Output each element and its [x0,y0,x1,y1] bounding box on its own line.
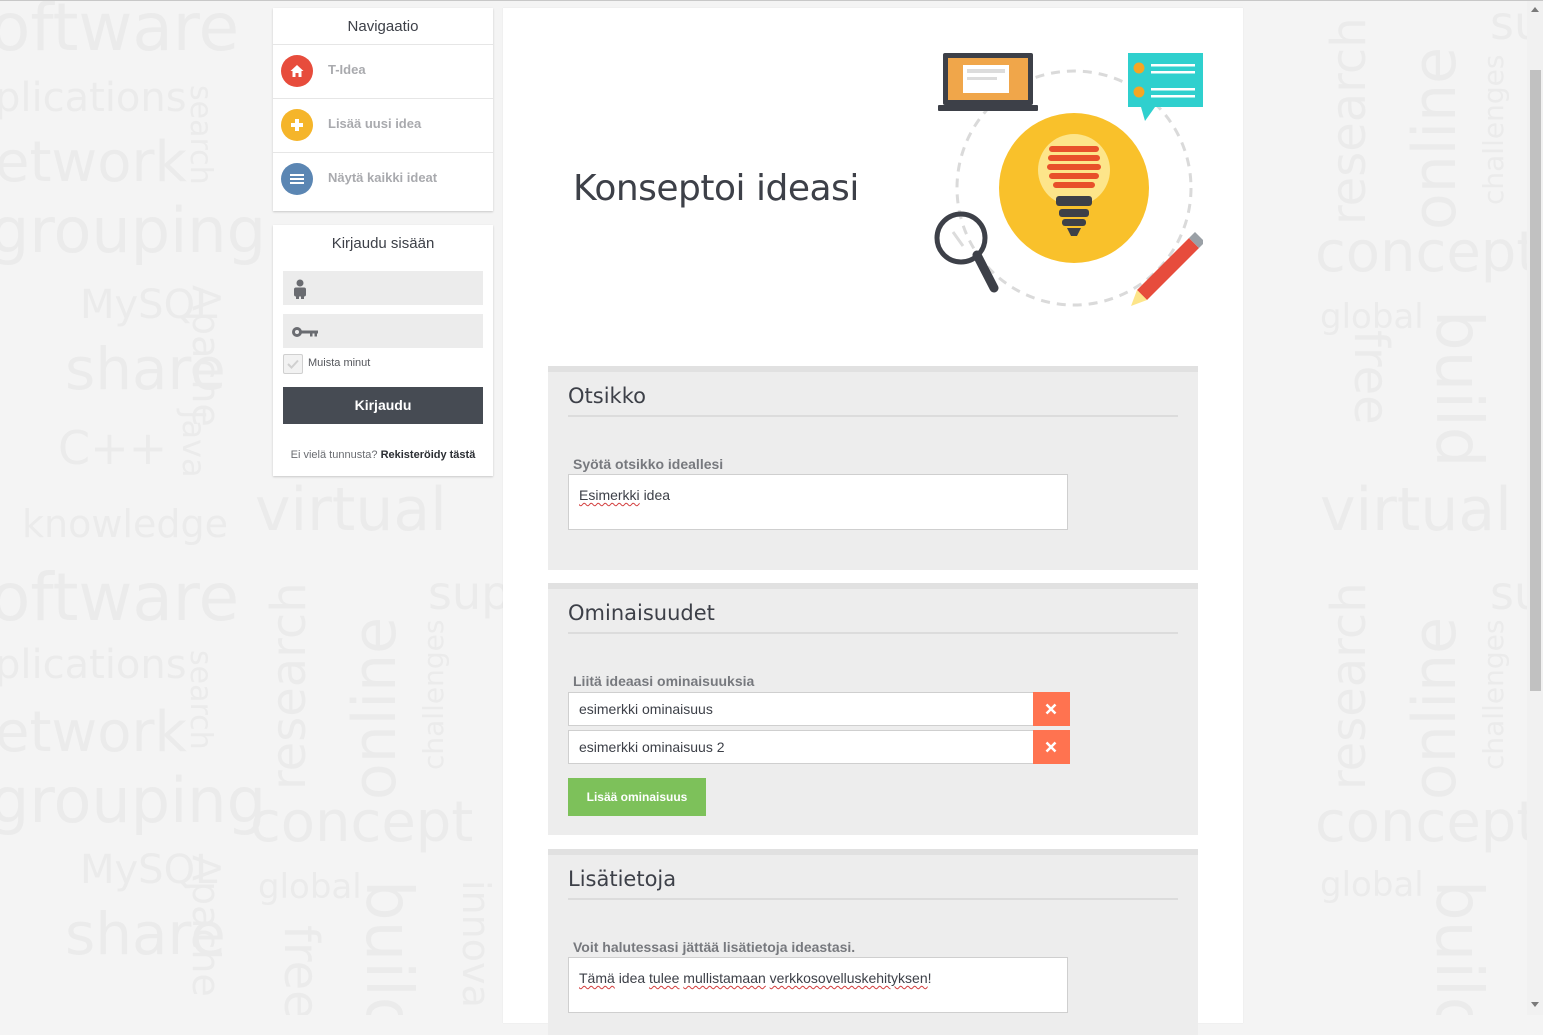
username-field[interactable] [283,271,483,307]
password-input[interactable] [319,314,481,350]
user-icon [291,279,309,304]
idea-illustration [934,53,1203,307]
nav-item-add-idea[interactable]: Lisää uusi idea [273,99,493,153]
register-prompt: Ei vielä tunnusta? Rekisteröidy tästä [273,449,493,461]
nav-item-t-idea[interactable]: T-Idea [273,45,493,99]
scroll-down-arrow-icon[interactable] [1531,1002,1539,1007]
main-content: Konseptoi ideasi Otsikko Syötä otsikko i… [503,8,1243,1035]
remove-feature-button[interactable] [1033,692,1070,726]
pencil-icon [1131,232,1203,306]
nav-item-label: Näytä kaikki ideat [328,170,438,185]
window-top-border [0,0,1543,1]
nav-item-all-ideas[interactable]: Näytä kaikki ideat [273,153,493,206]
login-title: Kirjaudu sisään [331,235,435,252]
feature-input[interactable]: esimerkki ominaisuus 2 [568,730,1034,764]
plus-icon [281,109,313,141]
login-panel: Kirjaudu sisään Muista minut Kirjaudu Ei… [273,225,493,476]
features-hint: Liitä ideaasi ominaisuuksia [573,673,755,689]
title-section-heading: Otsikko [568,384,646,408]
scroll-up-arrow-icon[interactable] [1531,7,1539,12]
key-icon [291,325,319,343]
register-link[interactable]: Rekisteröidy tästä [381,449,476,461]
title-section-divider [568,415,1178,417]
login-button[interactable]: Kirjaudu [283,387,483,424]
extra-info-hint: Voit halutessasi jättää lisätietoja idea… [573,939,856,955]
register-prompt-text: Ei vielä tunnusta? [290,449,378,461]
lightbulb-icon [999,113,1149,263]
page-title: Konseptoi ideasi [573,168,859,209]
scrollbar-thumb[interactable] [1530,70,1541,691]
username-input[interactable] [319,271,481,307]
remember-checkbox[interactable] [283,354,303,374]
home-icon [281,55,313,87]
remember-label: Muista minut [308,357,371,369]
page-scrollbar[interactable] [1527,1,1543,1015]
extra-info-section-divider [568,898,1178,900]
extra-info-textarea[interactable]: Tämä idea tulee mullistamaan verkkosovel… [568,957,1068,1013]
idea-title-value: Esimerkki idea [579,487,671,503]
close-icon [1045,703,1057,715]
extra-info-section-heading: Lisätietoja [568,867,677,891]
laptop-icon [938,53,1038,111]
nav-item-label: T-Idea [328,62,366,77]
nav-item-label: Lisää uusi idea [328,116,422,131]
extra-info-section: Lisätietoja Voit halutessasi jättää lisä… [548,849,1198,1035]
feature-value: esimerkki ominaisuus 2 [579,739,725,755]
navigation-title: Navigaatio [273,8,493,45]
idea-title-input[interactable]: Esimerkki idea [568,474,1068,530]
remove-feature-button[interactable] [1033,730,1070,764]
close-icon [1045,741,1057,753]
features-section: Ominaisuudet Liitä ideaasi ominaisuuksia… [548,583,1198,835]
navigation-panel: Navigaatio T-Idea Lisää uusi idea Näytä … [273,8,493,211]
magnifier-icon [934,211,999,293]
check-icon [287,359,299,369]
add-feature-button[interactable]: Lisää ominaisuus [568,778,706,816]
list-icon [281,163,313,195]
extra-info-value: Tämä idea tulee mullistamaan verkkosovel… [579,970,932,986]
title-hint: Syötä otsikko ideallesi [573,456,724,472]
chat-checklist-icon [1128,53,1203,121]
feature-input[interactable]: esimerkki ominaisuus [568,692,1034,726]
password-field[interactable] [283,314,483,350]
feature-value: esimerkki ominaisuus [579,701,713,717]
features-section-heading: Ominaisuudet [568,601,715,625]
features-section-divider [568,632,1178,634]
title-section: Otsikko Syötä otsikko ideallesi Esimerkk… [548,366,1198,570]
